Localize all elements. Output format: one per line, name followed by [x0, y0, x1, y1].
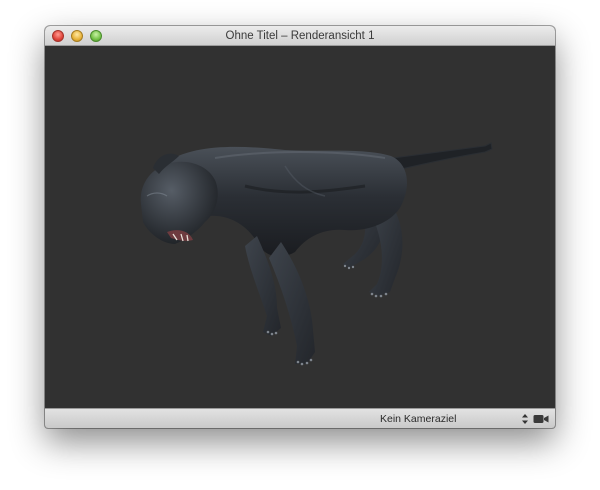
- window-title: Ohne Titel – Renderansicht 1: [225, 30, 375, 42]
- panther-tail: [392, 142, 493, 171]
- panther-render: [140, 142, 493, 366]
- status-bar: Kein Kameraziel: [45, 408, 555, 428]
- render-viewport[interactable]: [45, 46, 555, 408]
- video-camera-icon[interactable]: [533, 414, 549, 424]
- camera-target-select[interactable]: Kein Kameraziel: [375, 411, 528, 427]
- title-bar[interactable]: Ohne Titel – Renderansicht 1: [45, 26, 555, 46]
- camera-target-label: Kein Kameraziel: [380, 413, 457, 425]
- render-window: Ohne Titel – Renderansicht 1 Kein Kamera…: [45, 26, 555, 428]
- stepper-arrows-icon: [522, 414, 528, 424]
